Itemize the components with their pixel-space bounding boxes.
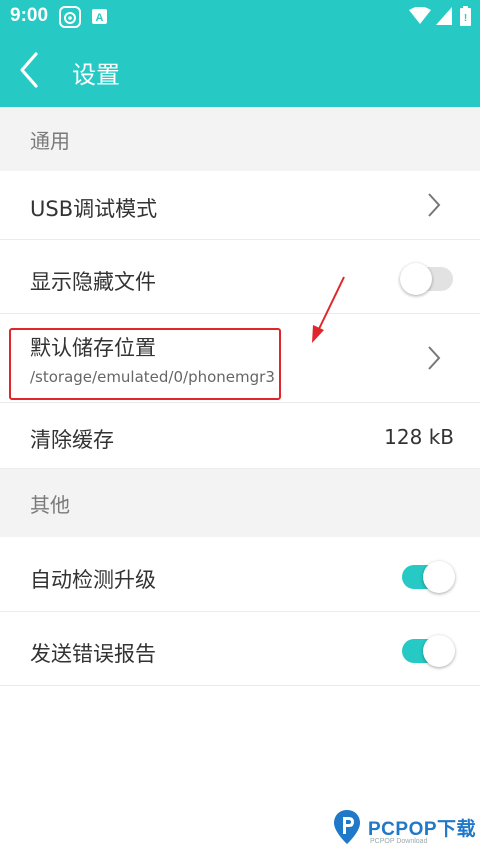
section-header-label: 通用 [30, 128, 70, 153]
chevron-right-icon [428, 193, 441, 217]
pcpop-logo-icon [334, 810, 360, 844]
default-storage-row[interactable]: 默认储存位置 /storage/emulated/0/phonemgr3 [0, 314, 480, 403]
svg-text:!: ! [464, 13, 467, 24]
default-storage-path: /storage/emulated/0/phonemgr3 [30, 368, 275, 386]
usb-debug-row[interactable]: USB调试模式 [0, 171, 480, 240]
wifi-icon [409, 7, 431, 24]
battery-icon: ! [460, 6, 471, 26]
show-hidden-files-row[interactable]: 显示隐藏文件 [0, 240, 480, 314]
show-hidden-files-toggle[interactable] [400, 262, 455, 296]
camera-app-icon [59, 6, 81, 28]
chevron-left-icon[interactable] [10, 45, 54, 95]
clear-cache-label: 清除缓存 [30, 428, 114, 452]
toggle-knob [423, 635, 455, 667]
section-header-other: 其他 [0, 469, 480, 537]
page-title: 设置 [72, 61, 120, 89]
status-time: 9:00 [10, 5, 49, 26]
auto-update-row[interactable]: 自动检测升级 [0, 537, 480, 612]
section-header-general: 通用 [0, 107, 480, 171]
cache-size-value: 128 kB [384, 425, 454, 449]
a-notification-icon: A [92, 9, 107, 24]
app-toolbar: 设置 [0, 33, 480, 107]
section-header-label: 其他 [30, 492, 70, 517]
status-bar: 9:00 A ! [0, 0, 480, 33]
send-error-report-label: 发送错误报告 [30, 642, 156, 666]
default-storage-label: 默认储存位置 [30, 336, 156, 360]
clear-cache-row[interactable]: 清除缓存 128 kB [0, 403, 480, 469]
usb-debug-label: USB调试模式 [30, 197, 158, 221]
toggle-knob [400, 263, 432, 295]
auto-update-label: 自动检测升级 [30, 568, 156, 592]
send-error-report-toggle[interactable] [400, 634, 455, 668]
send-error-report-row[interactable]: 发送错误报告 [0, 612, 480, 686]
auto-update-toggle[interactable] [400, 560, 455, 594]
chevron-right-icon [428, 346, 441, 370]
watermark: PCPOP下载 PCPOP Download [330, 806, 480, 853]
watermark-brand: PCPOP下载 [368, 819, 477, 840]
show-hidden-files-label: 显示隐藏文件 [30, 270, 156, 294]
watermark-subtext: PCPOP Download [370, 838, 428, 845]
cell-signal-icon [436, 7, 452, 25]
svg-text:A: A [96, 12, 104, 24]
toggle-knob [423, 561, 455, 593]
